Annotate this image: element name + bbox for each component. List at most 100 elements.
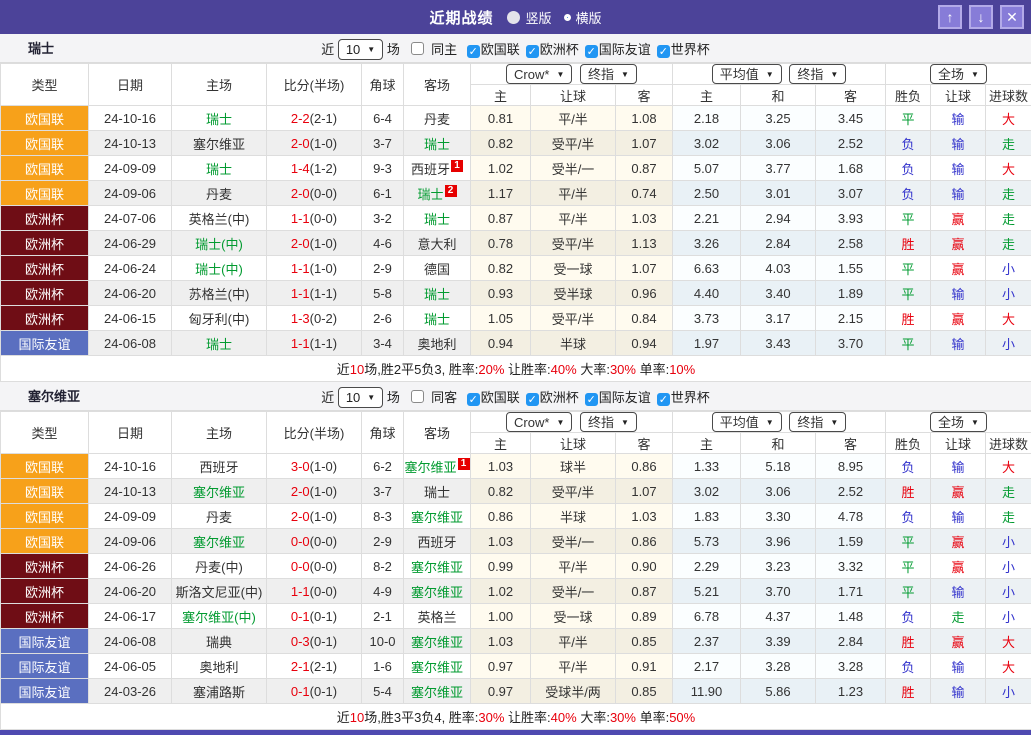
scroll-down-button[interactable]: ↓ [969, 5, 993, 29]
layout-radio-vertical[interactable]: 竖版 [507, 8, 552, 27]
team-name: 斯洛文尼亚(中) [175, 584, 263, 600]
match-row: 欧洲杯 24-06-20 斯洛文尼亚(中) 1-1(0-0) 4-9 塞尔维亚 1.02 受半… [0, 578, 1031, 604]
cell-home-team: 奥地利 [171, 653, 267, 679]
league-checkbox[interactable]: ✓ [466, 393, 480, 406]
average-select[interactable]: 平均值 ▼ [711, 412, 782, 432]
col-result-wdl: 胜负 [885, 432, 931, 454]
fulltime-score: 3-0 [290, 458, 310, 474]
bookmaker-select[interactable]: Crow* ▼ [506, 64, 573, 84]
team-name: 匈牙利(中) [188, 311, 250, 327]
team-name-label: 塞尔维亚 [28, 389, 81, 404]
cell-date: 24-03-26 [88, 678, 172, 704]
cell-result-wdl: 胜 [885, 678, 931, 704]
league-checkbox[interactable]: ✓ [584, 45, 598, 58]
summary-stat-value: 30% [609, 362, 636, 377]
recent-games-value: 10 [345, 42, 361, 58]
league-filters: ✓ 欧国联 ✓ 欧洲杯 ✓ 国际友谊 ✓ 世界杯 [461, 41, 710, 58]
summary-stat-value: 40% [550, 710, 577, 725]
league-checkbox[interactable]: ✓ [466, 45, 480, 58]
close-button[interactable]: ✕ [1000, 5, 1024, 29]
recent-games-select[interactable]: 10 ▼ [337, 387, 384, 409]
fulltime-select[interactable]: 全场 ▼ [930, 412, 987, 432]
col-crow-home: 主 [470, 84, 531, 106]
league-checkbox[interactable]: ✓ [525, 45, 539, 58]
cell-result-handicap: 输 [930, 330, 986, 356]
cell-away-team: 塞尔维亚 1 [403, 453, 471, 479]
cell-corners: 6-4 [361, 105, 404, 131]
cell-avg-home: 3.26 [672, 230, 741, 256]
radio-selected-icon[interactable] [563, 13, 571, 21]
cell-home-team: 英格兰(中) [171, 205, 267, 231]
team-name: 瑞士 [423, 211, 450, 227]
team-name: 塞尔维亚 [410, 659, 463, 675]
team-name: 瑞典 [205, 634, 232, 650]
cell-league-type: 欧国联 [0, 155, 89, 181]
cell-score: 1-1(1-1) [266, 330, 362, 356]
cell-home-team: 丹麦 [171, 180, 267, 206]
average-select[interactable]: 平均值 ▼ [711, 64, 782, 84]
same-home-checkbox[interactable] [411, 42, 425, 55]
summary-stat-label: 让胜率: [504, 362, 551, 377]
cell-result-wdl: 胜 [885, 230, 931, 256]
chevron-down-icon: ▼ [830, 69, 839, 79]
team-name: 丹麦(中) [195, 559, 243, 575]
odds-stage-select-2[interactable]: 终指 ▼ [789, 64, 847, 84]
summary-stat-value: 10 [349, 710, 365, 725]
team-name: 西班牙 [417, 534, 457, 550]
chevron-down-icon: ▼ [556, 69, 565, 79]
match-row: 欧国联 24-09-09 丹麦 2-0(1-0) 8-3 塞尔维亚 0.86 半球 1.03 1.… [0, 503, 1031, 529]
cell-date: 24-10-13 [88, 478, 172, 504]
league-filters: ✓ 欧国联 ✓ 欧洲杯 ✓ 国际友谊 ✓ 世界杯 [461, 389, 710, 406]
cell-score: 1-1(0-0) [266, 578, 362, 604]
cell-odds-home: 1.00 [470, 603, 531, 629]
team-name: 丹麦 [205, 509, 232, 525]
league-checkbox[interactable]: ✓ [584, 393, 598, 406]
header-row-groups: 类型 日期 主场 比分(半场) 角球 客场 Crow* ▼ 终指 ▼ 平均值 ▼ 终指… [0, 63, 1031, 106]
cell-result-goals: 走 [984, 205, 1031, 231]
cell-avg-away: 2.52 [815, 130, 886, 156]
team-name-label: 瑞士 [28, 41, 55, 56]
team-name: 塞尔维亚 [404, 459, 457, 475]
league-checkbox[interactable]: ✓ [525, 393, 539, 406]
match-row: 欧国联 24-09-09 瑞士 1-4(1-2) 9-3 西班牙 1 1.02 受半/一 0.87… [0, 155, 1031, 181]
summary-stat-label: 单率: [635, 710, 670, 725]
col-home: 主场 [171, 411, 267, 454]
cell-avg-draw: 3.43 [740, 330, 816, 356]
chevron-down-icon: ▼ [367, 45, 376, 55]
cell-avg-draw: 3.96 [740, 528, 816, 554]
halftime-score: (0-0) [309, 185, 338, 201]
bookmaker-select[interactable]: Crow* ▼ [506, 412, 573, 432]
cell-avg-away: 1.59 [815, 528, 886, 554]
fulltime-select[interactable]: 全场 ▼ [930, 64, 987, 84]
same-away-checkbox[interactable] [411, 390, 425, 403]
cell-league-type: 欧洲杯 [0, 553, 89, 579]
fulltime-score: 2-0 [290, 135, 310, 151]
cell-result-wdl: 平 [885, 528, 931, 554]
odds-stage-select-2[interactable]: 终指 ▼ [789, 412, 847, 432]
cell-result-goals: 走 [984, 130, 1031, 156]
recent-games-select[interactable]: 10 ▼ [337, 39, 384, 61]
cell-result-goals: 大 [984, 305, 1031, 331]
radio-unselected-icon[interactable] [507, 10, 521, 24]
cell-avg-home: 1.83 [672, 503, 741, 529]
filter-bar-switzerland: 瑞士 近 10 ▼ 场 同主 ✓ 欧国联 ✓ 欧洲杯 ✓ 国际友谊 ✓ 世界杯 [0, 34, 1031, 63]
cell-home-team: 塞尔维亚 [171, 528, 267, 554]
layout-radio-horizontal[interactable]: 横版 [563, 8, 602, 27]
match-row: 欧洲杯 24-06-29 瑞士(中) 2-0(1-0) 4-6 意大利 0.78 受平/半 1.… [0, 230, 1031, 256]
results-table-serbia: 类型 日期 主场 比分(半场) 角球 客场 Crow* ▼ 终指 ▼ 平均值 ▼ 终指… [0, 411, 1031, 730]
odds-stage-select[interactable]: 终指 ▼ [580, 64, 637, 84]
cell-result-wdl: 平 [885, 280, 931, 306]
cell-avg-draw: 4.03 [740, 255, 816, 281]
league-checkbox[interactable]: ✓ [656, 45, 670, 58]
halftime-score: (0-0) [309, 210, 338, 226]
odds-stage-select[interactable]: 终指 ▼ [580, 412, 637, 432]
cell-result-wdl: 负 [885, 180, 931, 206]
scroll-up-button[interactable]: ↑ [938, 5, 962, 29]
cell-result-wdl: 负 [885, 603, 931, 629]
cell-result-goals: 大 [984, 105, 1031, 131]
cell-result-goals: 大 [984, 453, 1031, 479]
match-row: 欧洲杯 24-06-24 瑞士(中) 1-1(1-0) 2-9 德国 0.82 受一球 1.07… [0, 255, 1031, 281]
league-checkbox[interactable]: ✓ [656, 393, 670, 406]
cell-odds-away: 0.90 [615, 553, 673, 579]
cell-score: 2-1(2-1) [266, 653, 362, 679]
